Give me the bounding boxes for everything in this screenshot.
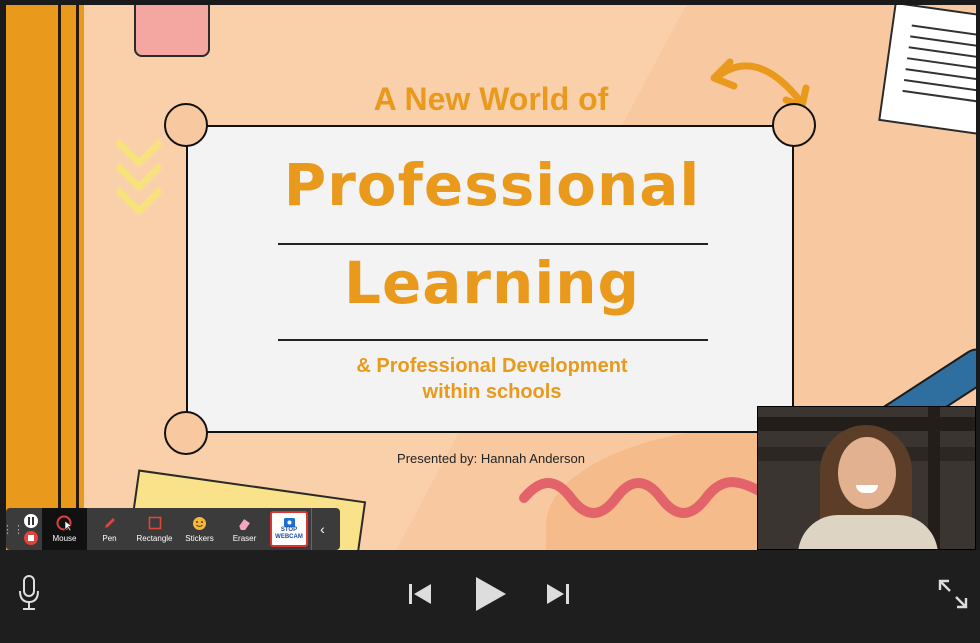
tool-mouse[interactable]: Mouse [42,508,87,550]
recording-controls [20,508,42,550]
tool-label: Rectangle [136,534,173,543]
pause-icon[interactable] [24,513,38,528]
slide-title-line-2: Learning [343,249,641,317]
mouse-cursor-icon [56,515,74,531]
tool-stickers[interactable]: Stickers [177,508,222,550]
rectangle-icon [148,515,162,531]
slide-subtitle: & Professional Development within school… [188,353,796,405]
tool-rectangle[interactable]: Rectangle [132,508,177,550]
title-card: Professional Learning & Professional Dev… [164,103,816,455]
title-divider [278,243,708,245]
play-icon[interactable] [470,574,510,614]
tool-label: Stickers [185,534,214,543]
card-notch [164,103,208,147]
title-divider [278,339,708,341]
sticker-icon [192,515,207,531]
presenter-body [798,515,938,549]
card-notch [164,411,208,455]
pen-icon [103,515,117,531]
eraser-icon [237,515,253,531]
tool-label: Mouse [52,534,77,543]
webcam-preview[interactable] [757,406,976,550]
stop-webcam-label-1: STOP [280,526,298,533]
drag-handle-icon[interactable]: ⋮⋮ [2,508,24,550]
skip-previous-icon[interactable] [405,580,435,608]
tool-eraser[interactable]: Eraser [222,508,267,550]
stop-webcam-button[interactable]: STOP WEBCAM [270,511,308,547]
stop-webcam-label-2: WEBCAM [275,533,303,540]
stop-recording-icon[interactable] [24,530,38,545]
eraser-illustration [134,5,210,57]
playback-controls [0,550,980,643]
slide-title-line-1: Professional [283,151,701,219]
expand-icon[interactable] [935,576,971,612]
skip-next-icon[interactable] [543,580,573,608]
wall-post [928,407,940,549]
microphone-icon[interactable] [14,572,44,614]
card-notch [772,103,816,147]
squiggle-illustration [519,477,766,518]
tool-label: Eraser [232,534,257,543]
slide-kicker: A New World of [373,81,609,117]
subtitle-line-1: & Professional Development [356,355,628,377]
chevron-left-icon[interactable]: ‹ [311,508,333,550]
presentation-window: A New World of Professional Learning & P… [0,0,980,643]
tool-pen[interactable]: Pen [87,508,132,550]
presenter-face [838,437,896,509]
tool-label: Pen [102,534,117,543]
annotation-toolbar: ⋮⋮ Mouse Pen Rectangle Stickers Eraser S… [2,508,340,550]
webcam-icon [283,517,295,527]
subtitle-line-2: within schools [422,381,562,403]
